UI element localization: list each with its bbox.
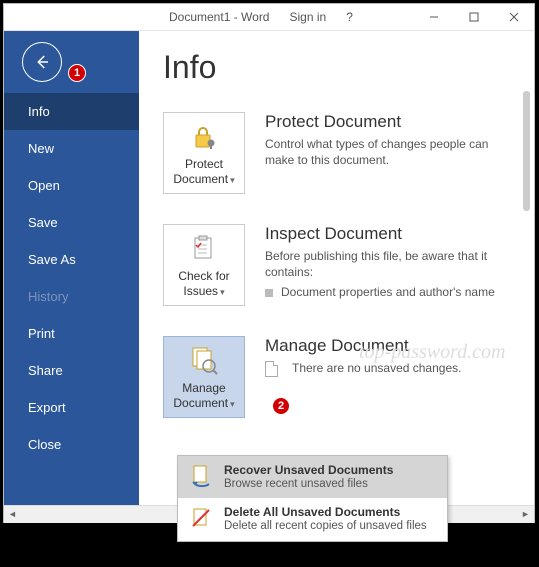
- recover-sub: Browse recent unsaved files: [224, 477, 393, 491]
- nav-info[interactable]: Info: [4, 93, 139, 130]
- delete-sub: Delete all recent copies of unsaved file…: [224, 519, 427, 533]
- checklist-icon: [188, 233, 220, 265]
- recover-unsaved-item[interactable]: Recover Unsaved Documents Browse recent …: [178, 456, 447, 498]
- vertical-scrollbar-thumb[interactable]: [523, 91, 530, 211]
- tile-label: Document: [173, 172, 228, 186]
- page-title: Info: [163, 49, 510, 86]
- maximize-button[interactable]: [454, 4, 494, 30]
- back-button[interactable]: [22, 42, 62, 82]
- backstage-sidebar: Info New Open Save Save As History Print…: [4, 31, 139, 505]
- nav-save[interactable]: Save: [4, 204, 139, 241]
- inspect-heading: Inspect Document: [265, 224, 510, 244]
- lock-icon: [188, 121, 220, 153]
- nav-open[interactable]: Open: [4, 167, 139, 204]
- nav-label: Close: [28, 437, 61, 452]
- info-panel: Info ProtectDocument▾ Protect Document C…: [139, 31, 534, 505]
- nav-label: Export: [28, 400, 66, 415]
- protect-heading: Protect Document: [265, 112, 510, 132]
- tile-label: Document: [173, 396, 228, 410]
- chevron-down-icon: ▾: [220, 287, 225, 297]
- document-title: Document1 - Word: [169, 10, 269, 24]
- document-icon: [265, 361, 278, 377]
- annotation-badge-1: 1: [68, 64, 86, 82]
- nav-label: New: [28, 141, 54, 156]
- chevron-down-icon: ▾: [230, 399, 235, 409]
- document-stack-icon: [188, 345, 220, 377]
- nav-print[interactable]: Print: [4, 315, 139, 352]
- chevron-down-icon: ▾: [230, 175, 235, 185]
- titlebar: Document1 - Word Sign in ?: [4, 4, 534, 31]
- inspect-bullet: Document properties and author's name: [265, 285, 510, 299]
- nav-label: Save As: [28, 252, 76, 267]
- nav-label: Save: [28, 215, 58, 230]
- scroll-left-button[interactable]: ◄: [4, 506, 21, 523]
- bullet-text: Document properties and author's name: [281, 285, 495, 299]
- annotation-badge-2: 2: [272, 397, 290, 415]
- tile-label: Manage: [182, 381, 225, 395]
- check-for-issues-tile[interactable]: Check forIssues▾: [163, 224, 245, 306]
- scroll-right-button[interactable]: ►: [517, 506, 534, 523]
- word-backstage-window: Document1 - Word Sign in ? Info New Open…: [3, 3, 535, 523]
- nav-label: Open: [28, 178, 60, 193]
- nav-export[interactable]: Export: [4, 389, 139, 426]
- delete-title: Delete All Unsaved Documents: [224, 505, 427, 519]
- recover-icon: [188, 463, 214, 489]
- manage-heading: Manage Document: [265, 336, 510, 356]
- tile-label: Check for: [178, 269, 229, 283]
- nav-save-as[interactable]: Save As: [4, 241, 139, 278]
- delete-icon: [188, 505, 214, 531]
- nav-new[interactable]: New: [4, 130, 139, 167]
- protect-section: ProtectDocument▾ Protect Document Contro…: [163, 112, 510, 194]
- manage-section: ManageDocument▾ Manage Document There ar…: [163, 336, 510, 418]
- nav-label: Info: [28, 104, 50, 119]
- manage-status-row: There are no unsaved changes.: [265, 361, 510, 377]
- inspect-desc: Before publishing this file, be aware th…: [265, 248, 510, 280]
- sign-in-link[interactable]: Sign in: [289, 10, 326, 24]
- protect-desc: Control what types of changes people can…: [265, 136, 510, 168]
- recover-title: Recover Unsaved Documents: [224, 463, 393, 477]
- nav-label: Print: [28, 326, 55, 341]
- minimize-button[interactable]: [414, 4, 454, 30]
- delete-unsaved-item[interactable]: Delete All Unsaved Documents Delete all …: [178, 498, 447, 540]
- close-button[interactable]: [494, 4, 534, 30]
- bullet-icon: [265, 289, 273, 297]
- protect-document-tile[interactable]: ProtectDocument▾: [163, 112, 245, 194]
- help-button[interactable]: ?: [346, 10, 353, 24]
- inspect-section: Check forIssues▾ Inspect Document Before…: [163, 224, 510, 306]
- nav-history: History: [4, 278, 139, 315]
- nav-label: Share: [28, 363, 63, 378]
- nav-share[interactable]: Share: [4, 352, 139, 389]
- tile-label: Issues: [183, 284, 218, 298]
- nav-label: History: [28, 289, 68, 304]
- tile-label: Protect: [185, 157, 223, 171]
- manage-desc: There are no unsaved changes.: [292, 361, 461, 375]
- manage-document-menu: Recover Unsaved Documents Browse recent …: [177, 455, 448, 542]
- nav-close[interactable]: Close: [4, 426, 139, 463]
- manage-document-tile[interactable]: ManageDocument▾: [163, 336, 245, 418]
